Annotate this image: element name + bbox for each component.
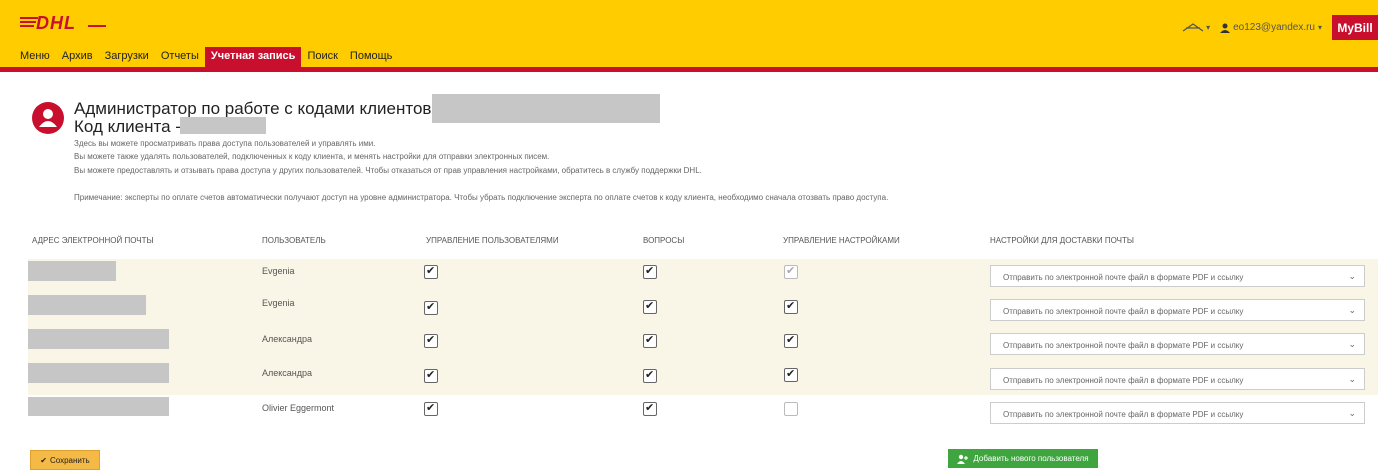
settings-management-checkbox[interactable] [784, 299, 798, 314]
questions-checkbox[interactable] [643, 368, 657, 383]
add-user-icon [957, 454, 969, 464]
header-email: Адрес электронной почты [32, 236, 154, 245]
user-name: Evgenia [262, 266, 295, 276]
client-code-title: Код клиента - [74, 117, 181, 136]
delivery-settings-select[interactable]: Отправить по электронной почте файл в фо… [990, 299, 1365, 321]
nav-search[interactable]: Поиск [301, 47, 343, 67]
delivery-select-value: Отправить по электронной почте файл в фо… [1003, 307, 1244, 316]
header-settings-management: Управление настройками [783, 236, 900, 245]
redacted-client-code [180, 117, 266, 134]
header-user-management: Управление пользователями [426, 236, 559, 245]
settings-management-checkbox[interactable] [784, 333, 798, 348]
chevron-down-icon: ⌄ [1348, 374, 1356, 384]
user-management-checkbox[interactable] [424, 264, 438, 279]
save-label: Сохранить [49, 455, 90, 465]
redacted-client-name [432, 94, 660, 123]
description-line: Здесь вы можете просматривать права дост… [74, 139, 376, 148]
nav-downloads[interactable]: Загрузки [99, 47, 155, 67]
header-delivery-settings: Настройки для доставки почты [990, 236, 1134, 245]
settings-management-checkbox [784, 402, 798, 416]
dhl-logo[interactable]: DHL [20, 12, 110, 38]
admin-user-icon [32, 102, 64, 134]
delivery-settings-select[interactable]: Отправить по электронной почте файл в фо… [990, 333, 1365, 355]
user-area: ▾ eo123@yandex.ru ▾ [1182, 22, 1322, 33]
nav-reports[interactable]: Отчеты [155, 47, 205, 67]
user-management-checkbox[interactable] [424, 333, 438, 348]
redacted-email [28, 295, 146, 315]
chevron-down-icon: ⌄ [1348, 339, 1356, 349]
header-user: Пользователь [262, 236, 326, 245]
delivery-settings-select[interactable]: Отправить по электронной почте файл в фо… [990, 368, 1365, 390]
logo-text: DHL [36, 14, 76, 32]
user-management-checkbox[interactable] [424, 300, 438, 315]
settings-management-checkbox [784, 264, 798, 279]
nav-account[interactable]: Учетная запись [204, 47, 302, 67]
redacted-email [28, 261, 116, 281]
page-title: Администратор по работе с кодами клиенто… [74, 99, 442, 118]
questions-checkbox[interactable] [643, 264, 657, 279]
user-name: Olivier Eggermont [262, 403, 335, 413]
description-line: Вы можете также удалять пользователей, п… [74, 152, 550, 161]
admin-note: Примечание: эксперты по оплате счетов ав… [74, 193, 889, 202]
add-user-label: Добавить нового пользователя [973, 454, 1089, 463]
chevron-down-icon: ⌄ [1348, 408, 1356, 418]
user-name: Александра [262, 334, 313, 344]
nav-menu[interactable]: Меню [14, 47, 56, 67]
redacted-email [28, 397, 169, 416]
questions-checkbox[interactable] [643, 333, 657, 348]
delivery-settings-select[interactable]: Отправить по электронной почте файл в фо… [990, 265, 1365, 287]
language-flag-icon[interactable]: ▾ [1182, 22, 1210, 33]
dhl-logo-graphic: DHL [20, 13, 106, 33]
header-questions: Вопросы [643, 236, 685, 245]
delivery-select-value: Отправить по электронной почте файл в фо… [1003, 273, 1244, 282]
redacted-email [28, 329, 169, 349]
description-line: Вы можете предоставлять и отзывать права… [74, 166, 702, 175]
user-icon [1220, 23, 1231, 33]
redacted-email [28, 363, 169, 383]
main-nav: Меню Архив Загрузки Отчеты Учетная запис… [14, 47, 398, 67]
user-menu[interactable]: eo123@yandex.ru ▾ [1220, 22, 1322, 33]
delivery-select-value: Отправить по электронной почте файл в фо… [1003, 410, 1244, 419]
user-management-checkbox[interactable] [424, 401, 438, 416]
chevron-down-icon: ⌄ [1348, 271, 1356, 281]
chevron-down-icon: ⌄ [1348, 305, 1356, 315]
user-name: Evgenia [262, 298, 295, 308]
questions-checkbox[interactable] [643, 299, 657, 314]
settings-management-checkbox[interactable] [784, 367, 798, 382]
user-name: Александра [262, 368, 313, 378]
questions-checkbox[interactable] [643, 401, 657, 416]
chevron-down-icon: ▾ [1317, 23, 1322, 32]
nav-help[interactable]: Помощь [344, 47, 399, 67]
user-management-checkbox[interactable] [424, 368, 438, 383]
top-bar: DHL Меню Архив Загрузки Отчеты Учетная з… [0, 0, 1378, 72]
delivery-select-value: Отправить по электронной почте файл в фо… [1003, 376, 1244, 385]
save-button[interactable]: ✔ Сохранить [30, 450, 100, 470]
add-user-button[interactable]: Добавить нового пользователя [948, 449, 1098, 468]
check-icon: ✔ [40, 455, 47, 465]
nav-archive[interactable]: Архив [56, 47, 99, 67]
delivery-select-value: Отправить по электронной почте файл в фо… [1003, 341, 1244, 350]
mybill-button[interactable]: MyBill [1332, 15, 1378, 40]
user-email: eo123@yandex.ru [1233, 22, 1315, 33]
delivery-settings-select[interactable]: Отправить по электронной почте файл в фо… [990, 402, 1365, 424]
